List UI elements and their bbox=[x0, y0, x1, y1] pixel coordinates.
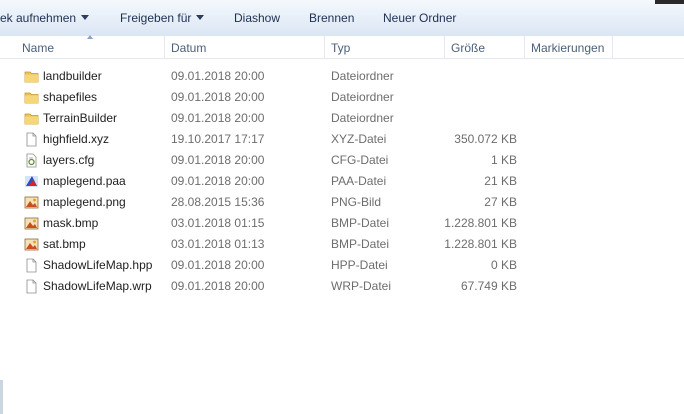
burn-label: Brennen bbox=[309, 11, 355, 25]
file-type: Dateiordner bbox=[331, 111, 394, 125]
add-to-library-label: ek aufnehmen bbox=[0, 11, 77, 25]
share-with-button[interactable]: Freigeben für bbox=[120, 11, 205, 25]
column-header-row: Name Datum Typ Größe Markierungen bbox=[0, 36, 684, 59]
file-name: highfield.xyz bbox=[43, 132, 110, 146]
file-name: ShadowLifeMap.hpp bbox=[43, 258, 153, 272]
file-type: PNG-Bild bbox=[331, 195, 382, 209]
column-header-name[interactable]: Name bbox=[22, 41, 54, 55]
file-type: HPP-Datei bbox=[331, 258, 388, 272]
share-with-label: Freigeben für bbox=[120, 11, 192, 25]
file-type: CFG-Datei bbox=[331, 153, 389, 167]
burn-button[interactable]: Brennen bbox=[309, 11, 354, 25]
file-type: PAA-Datei bbox=[331, 174, 387, 188]
file-size: 67.749 KB bbox=[460, 279, 517, 293]
paa-file-icon bbox=[24, 174, 39, 189]
file-row[interactable]: maplegend.png 28.08.2015 15:36 PNG-Bild 27 … bbox=[0, 192, 684, 213]
file-name: mask.bmp bbox=[43, 216, 99, 230]
config-file-icon bbox=[24, 153, 39, 168]
file-date: 28.08.2015 15:36 bbox=[171, 195, 265, 209]
file-type: BMP-Datei bbox=[331, 216, 390, 230]
file-name: landbuilder bbox=[43, 69, 102, 83]
file-type: Dateiordner bbox=[331, 69, 394, 83]
file-size: 1.228.801 KB bbox=[444, 216, 517, 230]
column-divider[interactable] bbox=[524, 36, 525, 58]
column-header-type[interactable]: Typ bbox=[331, 41, 350, 55]
file-row[interactable]: layers.cfg 09.01.2018 20:00 CFG-Datei 1 KB bbox=[0, 150, 684, 171]
file-row[interactable]: maplegend.paa 09.01.2018 20:00 PAA-Datei 21… bbox=[0, 171, 684, 192]
file-name: maplegend.png bbox=[43, 195, 126, 209]
folder-icon bbox=[24, 69, 39, 84]
file-name: ShadowLifeMap.wrp bbox=[43, 279, 152, 293]
column-divider[interactable] bbox=[444, 36, 445, 58]
column-divider[interactable] bbox=[164, 36, 165, 58]
file-row[interactable]: mask.bmp 03.01.2018 01:15 BMP-Datei 1.228.8… bbox=[0, 213, 684, 234]
chevron-down-icon bbox=[196, 15, 205, 20]
column-header-tags[interactable]: Markierungen bbox=[531, 41, 604, 55]
file-size: 21 KB bbox=[484, 174, 517, 188]
file-type: BMP-Datei bbox=[331, 237, 390, 251]
file-row[interactable]: sat.bmp 03.01.2018 01:13 BMP-Datei 1.228.80… bbox=[0, 234, 684, 255]
new-folder-label: Neuer Ordner bbox=[383, 11, 457, 25]
new-folder-button[interactable]: Neuer Ordner bbox=[383, 11, 456, 25]
file-name: maplegend.paa bbox=[43, 174, 126, 188]
file-row[interactable]: highfield.xyz 19.10.2017 17:17 XYZ-Datei 35… bbox=[0, 129, 684, 150]
document-icon bbox=[24, 132, 39, 147]
file-date: 09.01.2018 20:00 bbox=[171, 279, 265, 293]
folder-icon bbox=[24, 90, 39, 105]
command-bar: ek aufnehmen Freigeben für Diashow Brenn… bbox=[0, 0, 684, 37]
file-row[interactable]: TerrainBuilder 09.01.2018 20:00 Dateiordne… bbox=[0, 108, 684, 129]
file-row[interactable]: ShadowLifeMap.hpp 09.01.2018 20:00 HPP-Dat… bbox=[0, 255, 684, 276]
file-name: sat.bmp bbox=[43, 237, 86, 251]
file-size: 1.228.801 KB bbox=[444, 237, 517, 251]
file-type: WRP-Datei bbox=[331, 279, 392, 293]
file-size: 27 KB bbox=[484, 195, 517, 209]
file-type: Dateiordner bbox=[331, 90, 394, 104]
file-type: XYZ-Datei bbox=[331, 132, 387, 146]
image-file-icon bbox=[24, 195, 39, 210]
column-divider[interactable] bbox=[612, 36, 613, 58]
column-divider[interactable] bbox=[324, 36, 325, 58]
file-row[interactable]: ShadowLifeMap.wrp 09.01.2018 20:00 WRP-Dat… bbox=[0, 276, 684, 297]
file-date: 09.01.2018 20:00 bbox=[171, 258, 265, 272]
document-icon bbox=[24, 279, 39, 294]
file-size: 0 KB bbox=[490, 258, 517, 272]
sort-ascending-icon bbox=[87, 35, 93, 39]
file-name: shapefiles bbox=[43, 90, 98, 104]
add-to-library-button[interactable]: ek aufnehmen bbox=[0, 11, 90, 25]
window-edge bbox=[655, 0, 684, 4]
document-icon bbox=[24, 258, 39, 273]
file-row[interactable]: landbuilder 09.01.2018 20:00 Dateiordner bbox=[0, 66, 684, 87]
folder-icon bbox=[24, 111, 39, 126]
column-header-date[interactable]: Datum bbox=[171, 41, 206, 55]
file-date: 09.01.2018 20:00 bbox=[171, 111, 265, 125]
column-header-size[interactable]: Größe bbox=[451, 41, 485, 55]
file-size: 350.072 KB bbox=[454, 132, 517, 146]
file-date: 09.01.2018 20:00 bbox=[171, 174, 265, 188]
file-date: 19.10.2017 17:17 bbox=[171, 132, 265, 146]
image-file-icon bbox=[24, 216, 39, 231]
slideshow-label: Diashow bbox=[234, 11, 281, 25]
slideshow-button[interactable]: Diashow bbox=[234, 11, 280, 25]
image-file-icon bbox=[24, 237, 39, 252]
file-name: TerrainBuilder bbox=[43, 111, 118, 125]
scroll-edge bbox=[0, 380, 3, 414]
file-date: 03.01.2018 01:15 bbox=[171, 216, 265, 230]
file-date: 03.01.2018 01:13 bbox=[171, 237, 265, 251]
chevron-down-icon bbox=[81, 15, 90, 20]
file-row[interactable]: shapefiles 09.01.2018 20:00 Dateiordner bbox=[0, 87, 684, 108]
file-date: 09.01.2018 20:00 bbox=[171, 153, 265, 167]
file-name: layers.cfg bbox=[43, 153, 95, 167]
file-size: 1 KB bbox=[490, 153, 517, 167]
file-date: 09.01.2018 20:00 bbox=[171, 69, 265, 83]
file-date: 09.01.2018 20:00 bbox=[171, 90, 265, 104]
